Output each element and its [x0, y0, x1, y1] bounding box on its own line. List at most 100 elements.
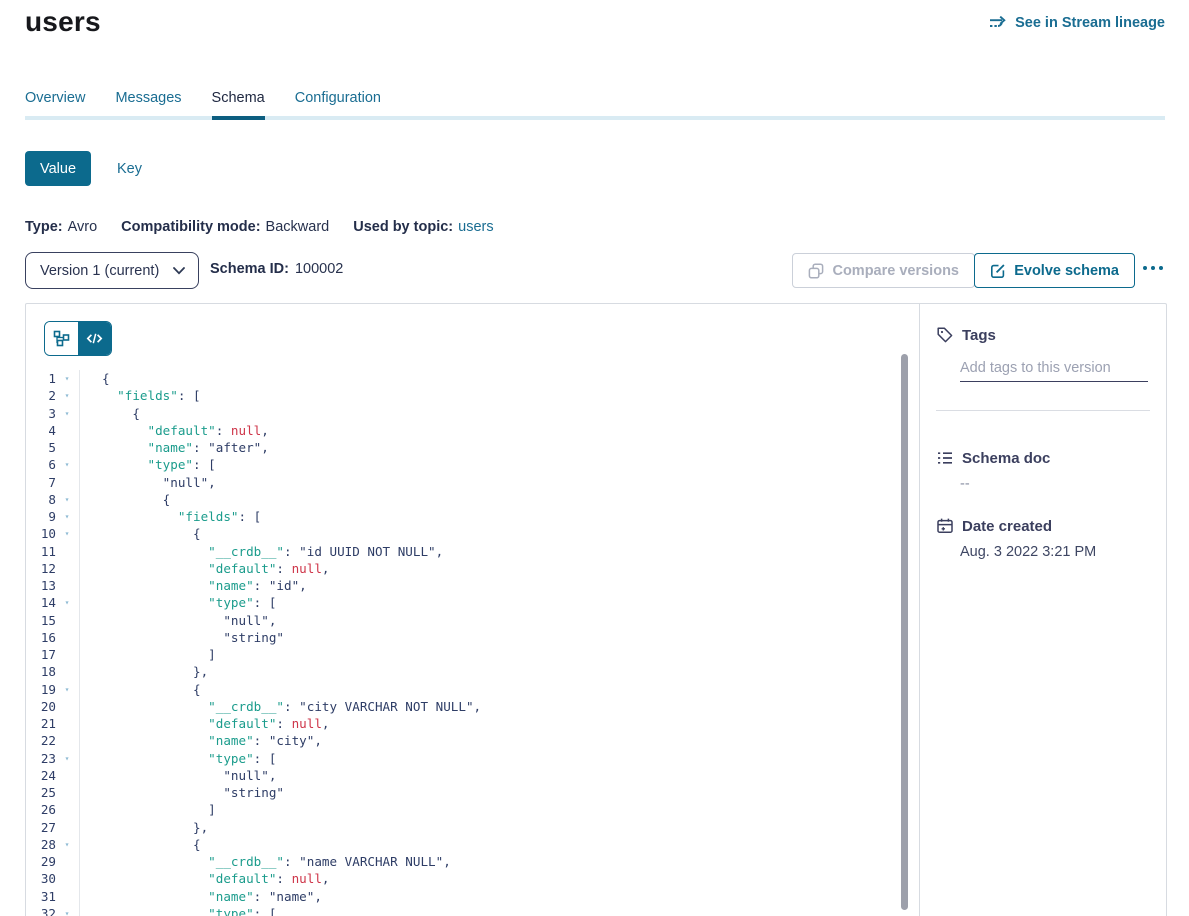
fold-arrow-icon[interactable]: ▾ — [56, 491, 78, 508]
schema-doc-title: Schema doc — [962, 450, 1050, 467]
fold-arrow-icon — [56, 612, 78, 629]
code-view-icon — [86, 330, 103, 347]
line-number: 12 — [26, 560, 56, 577]
line-number: 17 — [26, 646, 56, 663]
line-number: 5 — [26, 439, 56, 456]
code-line: "null", — [102, 767, 921, 784]
type-label: Type: — [25, 219, 63, 235]
fold-arrow-icon[interactable]: ▾ — [56, 681, 78, 698]
schema-code-editor[interactable]: 1▾2▾3▾456▾78▾9▾10▾11121314▾1516171819▾20… — [26, 370, 921, 916]
tab-schema[interactable]: Schema — [212, 90, 265, 120]
line-number: 16 — [26, 629, 56, 646]
fold-arrow-icon[interactable]: ▾ — [56, 836, 78, 853]
fold-arrow-icon — [56, 853, 78, 870]
fold-arrow-icon[interactable]: ▾ — [56, 750, 78, 767]
line-number: 18 — [26, 663, 56, 680]
fold-arrow-icon — [56, 422, 78, 439]
version-select[interactable]: Version 1 (current) — [25, 252, 199, 289]
date-created-title: Date created — [962, 518, 1052, 535]
fold-arrow-icon[interactable]: ▾ — [56, 387, 78, 404]
schema-doc-value: -- — [960, 476, 970, 492]
compare-versions-button[interactable]: Compare versions — [792, 253, 975, 288]
tab-messages[interactable]: Messages — [115, 90, 181, 120]
line-number: 26 — [26, 801, 56, 818]
gutter-line: 23▾ — [26, 750, 79, 767]
fold-arrow-icon — [56, 439, 78, 456]
schema-meta-row: Type: Avro Compatibility mode: Backward … — [25, 219, 494, 235]
gutter-line: 21 — [26, 715, 79, 732]
code-line: "string" — [102, 784, 921, 801]
code-view-button[interactable] — [78, 322, 111, 355]
fold-arrow-icon — [56, 819, 78, 836]
gutter-line: 5 — [26, 439, 79, 456]
line-number: 29 — [26, 853, 56, 870]
tree-view-button[interactable] — [45, 322, 78, 355]
code-line: { — [102, 370, 921, 387]
evolve-schema-button[interactable]: Evolve schema — [974, 253, 1135, 288]
code-line: { — [102, 681, 921, 698]
fold-arrow-icon[interactable]: ▾ — [56, 456, 78, 473]
line-number: 10 — [26, 525, 56, 542]
fold-arrow-icon[interactable]: ▾ — [56, 370, 78, 387]
gutter-line: 11 — [26, 543, 79, 560]
line-number: 13 — [26, 577, 56, 594]
fold-arrow-icon[interactable]: ▾ — [56, 508, 78, 525]
fold-arrow-icon[interactable]: ▾ — [56, 525, 78, 542]
gutter-line: 4 — [26, 422, 79, 439]
topic-link[interactable]: users — [458, 219, 493, 235]
gutter-line: 13 — [26, 577, 79, 594]
fold-arrow-icon — [56, 784, 78, 801]
gutter-line: 26 — [26, 801, 79, 818]
tab-configuration[interactable]: Configuration — [295, 90, 381, 120]
code-line: "__crdb__": "city VARCHAR NOT NULL", — [102, 698, 921, 715]
line-number: 8 — [26, 491, 56, 508]
gutter-line: 27 — [26, 819, 79, 836]
fold-arrow-icon — [56, 543, 78, 560]
code-line: "fields": [ — [102, 508, 921, 525]
fold-arrow-icon[interactable]: ▾ — [56, 594, 78, 611]
fold-arrow-icon[interactable]: ▾ — [56, 905, 78, 916]
code-line: ] — [102, 801, 921, 818]
gutter-line: 15 — [26, 612, 79, 629]
gutter-line: 10▾ — [26, 525, 79, 542]
fold-arrow-icon — [56, 663, 78, 680]
calendar-add-icon — [936, 517, 954, 535]
schema-id-value: 100002 — [295, 261, 343, 277]
fold-arrow-icon — [56, 577, 78, 594]
value-toggle-button[interactable]: Value — [25, 151, 91, 186]
gutter-line: 1▾ — [26, 370, 79, 387]
line-number: 14 — [26, 594, 56, 611]
compatibility-label: Compatibility mode: — [121, 219, 260, 235]
value-key-toggle: Value Key — [25, 151, 142, 186]
used-by-topic-label: Used by topic: — [353, 219, 453, 235]
key-toggle-button[interactable]: Key — [117, 161, 142, 177]
gutter-line: 28▾ — [26, 836, 79, 853]
line-number: 2 — [26, 387, 56, 404]
add-tags-input[interactable] — [960, 354, 1148, 382]
list-icon — [936, 449, 954, 467]
code-line: "__crdb__": "name VARCHAR NULL", — [102, 853, 921, 870]
more-options-button[interactable] — [1141, 262, 1165, 274]
code-line: "default": null, — [102, 870, 921, 887]
gutter-line: 22 — [26, 732, 79, 749]
schema-doc-section-header: Schema doc — [936, 449, 1050, 467]
code-line: "__crdb__": "id UUID NOT NULL", — [102, 543, 921, 560]
gutter-line: 25 — [26, 784, 79, 801]
line-number: 27 — [26, 819, 56, 836]
line-number: 7 — [26, 474, 56, 491]
schema-page: users See in Stream lineage Overview Mes… — [0, 0, 1189, 916]
line-number: 1 — [26, 370, 56, 387]
tab-overview[interactable]: Overview — [25, 90, 85, 120]
editor-scrollbar[interactable] — [901, 354, 908, 910]
code-line: "type": [ — [102, 750, 921, 767]
gutter-line: 6▾ — [26, 456, 79, 473]
see-in-stream-lineage-link[interactable]: See in Stream lineage — [989, 15, 1165, 31]
gutter-line: 30 — [26, 870, 79, 887]
line-number: 21 — [26, 715, 56, 732]
line-number: 28 — [26, 836, 56, 853]
tag-icon — [936, 326, 954, 344]
line-number: 31 — [26, 888, 56, 905]
fold-arrow-icon — [56, 474, 78, 491]
fold-arrow-icon — [56, 715, 78, 732]
fold-arrow-icon[interactable]: ▾ — [56, 405, 78, 422]
